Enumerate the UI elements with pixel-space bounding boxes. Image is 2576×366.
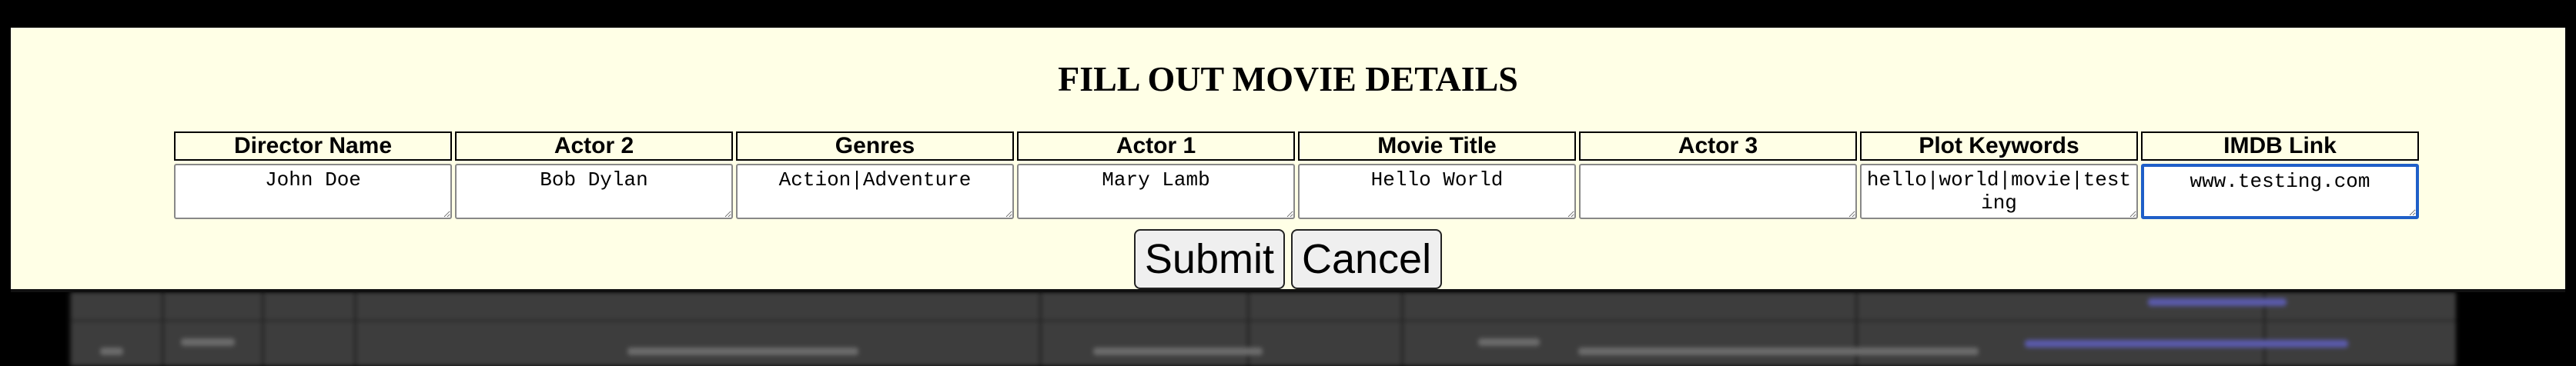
header-movie-title: Movie Title [1298,131,1576,161]
imdb-link-field[interactable]: www.testing.com [2141,164,2419,219]
form-buttons: Submit Cancel [11,229,2565,289]
input-row: John Doe Bob Dylan Action|Adventure Mary… [174,161,2419,219]
overlay-top-bar [0,0,2576,28]
background-table-cell [2263,292,2456,366]
background-blurred-link [2025,340,2348,348]
plot-keywords-field[interactable]: hello|world|movie|testing [1860,164,2138,219]
cancel-button[interactable]: Cancel [1290,229,1443,289]
actor-1-field[interactable]: Mary Lamb [1017,164,1295,219]
background-blurred-text [1093,348,1263,355]
header-plot-keywords: Plot Keywords [1860,131,2138,161]
header-genres: Genres [736,131,1014,161]
modal-title: FILL OUT MOVIE DETAILS [1058,59,1518,98]
director-name-field[interactable]: John Doe [174,164,452,219]
background-blurred-text [100,348,123,355]
header-row: Director Name Actor 2 Genres Actor 1 Mov… [174,131,2419,161]
background-blurred-text [627,348,858,355]
background-blurred-text [181,338,235,346]
background-blurred-text [1578,348,1979,355]
background-table-cell [262,292,354,366]
header-director-name: Director Name [174,131,452,161]
header-actor-3: Actor 3 [1579,131,1857,161]
actor-2-field[interactable]: Bob Dylan [455,164,733,219]
header-imdb-link: IMDB Link [2141,131,2419,161]
genres-field[interactable]: Action|Adventure [736,164,1014,219]
movie-details-modal: FILL OUT MOVIE DETAILS Director Name Act… [11,28,2565,292]
background-blurred-text [1478,338,1540,346]
background-blurred-link [2148,298,2287,306]
movie-details-form-table: Director Name Actor 2 Genres Actor 1 Mov… [171,131,2422,219]
movie-title-field[interactable]: Hello World [1298,164,1576,219]
header-actor-1: Actor 1 [1017,131,1295,161]
background-table-cell [162,292,262,366]
submit-button[interactable]: Submit [1133,229,1285,289]
actor-3-field[interactable] [1579,164,1857,219]
background-movie-table [69,292,2456,366]
background-table-cell [1247,292,1401,366]
header-actor-2: Actor 2 [455,131,733,161]
